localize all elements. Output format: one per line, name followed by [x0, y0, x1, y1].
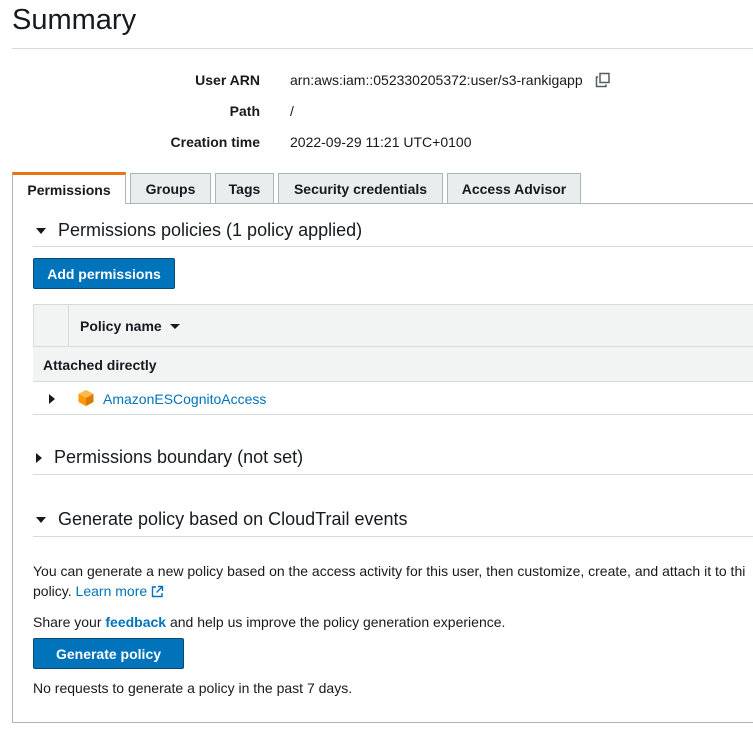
caret-right-icon [36, 452, 42, 463]
copy-icon[interactable] [595, 72, 611, 91]
feedback-line: Share your feedback and help us improve … [33, 612, 505, 632]
permissions-policies-title: Permissions policies (1 policy applied) [58, 220, 363, 240]
description-line-1: You can generate a new policy based on t… [33, 563, 746, 579]
tab-tags[interactable]: Tags [215, 173, 274, 203]
generate-policy-description: You can generate a new policy based on t… [33, 561, 745, 603]
permissions-policies-header[interactable]: Permissions policies (1 policy applied) [36, 220, 362, 241]
tab-security-credentials[interactable]: Security credentials [278, 173, 443, 203]
expand-row-icon[interactable] [49, 394, 55, 404]
tab-groups[interactable]: Groups [130, 173, 211, 203]
policy-name-header-label: Policy name [80, 318, 162, 334]
description-line-2-prefix: policy. [33, 583, 72, 599]
title-divider [12, 48, 753, 49]
section-divider [33, 536, 753, 537]
permissions-boundary-title: Permissions boundary (not set) [54, 447, 304, 467]
page-title: Summary [12, 4, 137, 36]
path-value: / [290, 103, 294, 119]
policy-link-amazonescognitoaccess[interactable]: AmazonESCognitoAccess [103, 391, 266, 407]
sort-caret-down-icon [169, 323, 180, 329]
column-divider [68, 305, 69, 348]
group-label: Attached directly [43, 357, 157, 373]
feedback-suffix: and help us improve the policy generatio… [169, 614, 506, 630]
section-divider [33, 246, 753, 247]
section-divider [33, 474, 753, 475]
table-group-row: Attached directly [33, 347, 753, 382]
generate-policy-button[interactable]: Generate policy [33, 638, 184, 669]
tab-access-advisor[interactable]: Access Advisor [447, 173, 581, 203]
user-arn-row: User ARN arn:aws:iam::052330205372:user/… [0, 72, 753, 92]
add-permissions-button[interactable]: Add permissions [33, 258, 175, 289]
caret-down-icon [36, 227, 46, 234]
tab-bar: Permissions Groups Tags Security credent… [12, 172, 753, 204]
description-line-2: policy. Learn more [33, 581, 745, 603]
generate-policy-status: No requests to generate a policy in the … [33, 680, 353, 696]
path-label: Path [229, 103, 260, 119]
caret-down-icon [36, 516, 46, 523]
user-arn-text: arn:aws:iam::052330205372:user/s3-rankig… [290, 72, 583, 89]
policy-name-column-header[interactable]: Policy name [80, 318, 180, 334]
aws-managed-policy-icon [77, 389, 95, 412]
feedback-link[interactable]: feedback [105, 614, 166, 630]
creation-time-label: Creation time [170, 134, 260, 150]
path-row: Path / [0, 103, 753, 123]
table-header: Policy name [33, 304, 753, 348]
permissions-boundary-header[interactable]: Permissions boundary (not set) [36, 447, 303, 468]
user-arn-label: User ARN [195, 72, 260, 88]
learn-more-label: Learn more [75, 583, 148, 599]
external-link-icon [151, 583, 164, 603]
policies-table: Policy name Attached directly AmazonESCo… [33, 304, 753, 415]
feedback-prefix: Share your [33, 614, 102, 630]
tab-permissions[interactable]: Permissions [12, 172, 126, 204]
table-row: AmazonESCognitoAccess [33, 382, 753, 415]
user-arn-value: arn:aws:iam::052330205372:user/s3-rankig… [290, 72, 611, 91]
creation-time-value: 2022-09-29 11:21 UTC+0100 [290, 134, 472, 150]
learn-more-link[interactable]: Learn more [76, 583, 165, 599]
creation-time-row: Creation time 2022-09-29 11:21 UTC+0100 [0, 134, 753, 154]
generate-policy-title: Generate policy based on CloudTrail even… [58, 509, 408, 529]
generate-policy-header[interactable]: Generate policy based on CloudTrail even… [36, 509, 408, 530]
